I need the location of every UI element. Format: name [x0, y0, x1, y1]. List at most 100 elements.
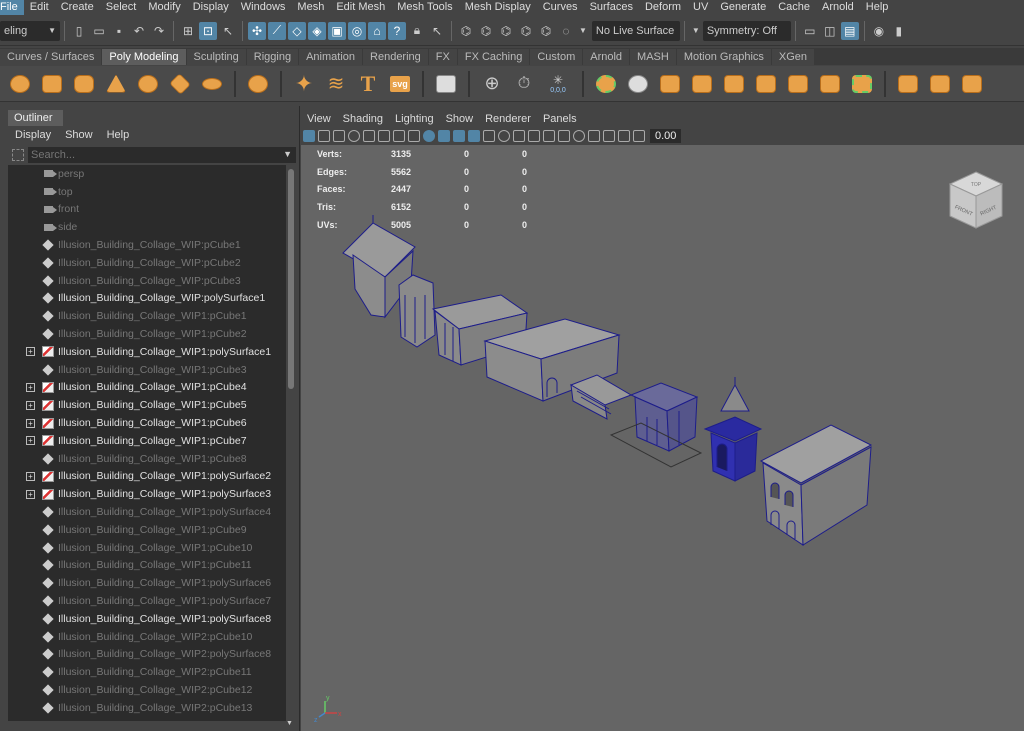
menu-edit[interactable]: Edit — [24, 0, 55, 15]
outliner-item[interactable]: Illusion_Building_Collage_WIP1:pCube8 — [8, 450, 286, 468]
chevron-down-icon[interactable]: ▼ — [692, 26, 700, 35]
menu-display[interactable]: Display — [187, 0, 235, 15]
svg-tool-icon[interactable]: svg — [387, 71, 413, 97]
wireframe-icon[interactable] — [422, 130, 435, 142]
outliner-menu-help[interactable]: Help — [100, 129, 137, 141]
shelf-tab-fx-caching[interactable]: FX Caching — [457, 49, 530, 65]
select-hierarchy-icon[interactable]: ⊞ — [179, 22, 197, 40]
quad-draw-icon[interactable] — [959, 71, 985, 97]
resolution-gate-icon[interactable] — [362, 130, 375, 142]
outliner-tab[interactable]: Outliner — [8, 110, 63, 126]
grid-icon[interactable] — [332, 130, 345, 142]
expand-icon[interactable]: + — [25, 382, 36, 392]
outliner-item[interactable]: Illusion_Building_Collage_WIP2:polySurfa… — [8, 646, 286, 664]
building-arcade[interactable] — [759, 424, 873, 546]
viewport-menu-show[interactable]: Show — [440, 113, 480, 125]
expand-icon[interactable]: + — [25, 471, 36, 481]
symmetry-dropdown[interactable]: Symmetry: Off — [702, 20, 791, 41]
outliner-item[interactable]: top — [8, 183, 286, 201]
shelf-tab-poly-modeling[interactable]: Poly Modeling — [102, 49, 186, 65]
shelf-tab-xgen[interactable]: XGen — [771, 49, 815, 65]
expand-icon[interactable]: + — [25, 436, 36, 446]
exposure-icon[interactable] — [632, 130, 645, 142]
outliner-item[interactable]: Illusion_Building_Collage_WIP1:polySurfa… — [8, 574, 286, 592]
platonic-solid-icon[interactable] — [245, 71, 271, 97]
backface-icon[interactable] — [602, 130, 615, 142]
lasso-icon[interactable]: ⌬ — [457, 22, 475, 40]
menu-uv[interactable]: UV — [687, 0, 714, 15]
poly-sphere-icon[interactable] — [7, 71, 33, 97]
image-plane-icon[interactable] — [317, 130, 330, 142]
outliner-item[interactable]: Illusion_Building_Collage_WIP:polySurfac… — [8, 290, 286, 308]
history-icon[interactable]: ? — [388, 21, 406, 40]
lights-icon[interactable] — [467, 130, 480, 142]
combine-icon[interactable] — [593, 71, 619, 97]
render-view-icon[interactable]: ◫ — [821, 22, 839, 40]
filter-icon[interactable] — [12, 149, 24, 161]
viewport-menu-panels[interactable]: Panels — [537, 113, 583, 125]
snap-grid-icon[interactable]: ✣ — [248, 21, 266, 40]
outliner-item[interactable]: Illusion_Building_Collage_WIP1:pCube9 — [8, 521, 286, 539]
outliner-item[interactable]: Illusion_Building_Collage_WIP1:pCube1 — [8, 307, 286, 325]
extra-icon[interactable]: ◌ — [557, 22, 575, 40]
menu-generate[interactable]: Generate — [714, 0, 772, 15]
multi-cut-icon[interactable] — [895, 71, 921, 97]
render-icon[interactable]: ◉ — [870, 22, 888, 40]
menu-surfaces[interactable]: Surfaces — [584, 0, 639, 15]
bevel-icon[interactable] — [849, 71, 875, 97]
menu-mesh-tools[interactable]: Mesh Tools — [391, 0, 458, 15]
expand-icon[interactable]: + — [25, 418, 36, 428]
shelf-tab-sculpting[interactable]: Sculpting — [186, 49, 246, 65]
menu-mesh[interactable]: Mesh — [291, 0, 330, 15]
outliner-item[interactable]: Illusion_Building_Collage_WIP1:pCube3 — [8, 361, 286, 379]
poly-disc-icon[interactable] — [199, 71, 225, 97]
gamma-icon[interactable] — [617, 130, 630, 142]
select-component-icon[interactable]: ↖ — [219, 22, 237, 40]
outliner-item[interactable]: Illusion_Building_Collage_WIP2:pCube13 — [8, 699, 286, 717]
boolean-icon[interactable] — [689, 71, 715, 97]
save-scene-icon[interactable]: ▪ — [110, 22, 128, 40]
menu-modify[interactable]: Modify — [142, 0, 186, 15]
isolate-icon[interactable] — [557, 130, 570, 142]
shelf-tab-custom[interactable]: Custom — [530, 49, 583, 65]
motion-blur-icon[interactable] — [512, 130, 525, 142]
anti-alias-icon[interactable] — [527, 130, 540, 142]
viewport-menu-view[interactable]: View — [301, 113, 337, 125]
select-toggle-icon[interactable]: ↖ — [428, 22, 446, 40]
target-weld-icon[interactable] — [927, 71, 953, 97]
shelf-tab-rendering[interactable]: Rendering — [363, 49, 428, 65]
shelf-tab-animation[interactable]: Animation — [299, 49, 363, 65]
mirror-icon[interactable] — [721, 71, 747, 97]
menu-select[interactable]: Select — [100, 0, 143, 15]
poly-torus-icon[interactable] — [135, 71, 161, 97]
super-shape-icon[interactable]: ✦ — [291, 71, 317, 97]
viewport-menu-shading[interactable]: Shading — [337, 113, 389, 125]
outliner-item[interactable]: + Illusion_Building_Collage_WIP1:pCube7 — [8, 432, 286, 450]
scroll-down-icon[interactable]: ▼ — [286, 720, 293, 727]
textured-icon[interactable] — [452, 130, 465, 142]
select-object-icon[interactable]: ⊡ — [199, 21, 217, 40]
poly-cone-icon[interactable] — [103, 71, 129, 97]
expand-icon[interactable]: + — [25, 347, 36, 357]
shelf-tab-motion-graphics[interactable]: Motion Graphics — [676, 49, 771, 65]
lock-icon[interactable]: 🔒︎ — [408, 22, 426, 40]
building-clock-tower[interactable] — [703, 377, 763, 482]
magnet-select-icon[interactable]: ⌬ — [497, 22, 515, 40]
outliner-item[interactable]: + Illusion_Building_Collage_WIP1:polySurf… — [8, 343, 286, 361]
exposure-value-field[interactable]: 0.00 — [650, 129, 682, 143]
extract-icon[interactable] — [753, 71, 779, 97]
smooth-shade-icon[interactable] — [437, 130, 450, 142]
menu-arnold[interactable]: Arnold — [816, 0, 860, 15]
reflection-icon[interactable]: ⌬ — [537, 22, 555, 40]
viewport-panel[interactable]: Verts: 3135 0 0 Edges: 5562 0 0 Faces: 2447 0 0 Tris… — [301, 145, 1024, 731]
snap-point-icon[interactable]: ◇ — [288, 21, 306, 40]
menu-deform[interactable]: Deform — [639, 0, 687, 15]
smooth-icon[interactable] — [657, 71, 683, 97]
xray-joints-icon[interactable] — [572, 130, 585, 142]
outliner-item[interactable]: persp — [8, 165, 286, 183]
outliner-item[interactable]: + Illusion_Building_Collage_WIP1:pCube6 — [8, 414, 286, 432]
outliner-item[interactable]: + Illusion_Building_Collage_WIP1:pCube5 — [8, 396, 286, 414]
poly-cube-icon[interactable] — [39, 71, 65, 97]
menu-edit-mesh[interactable]: Edit Mesh — [330, 0, 391, 15]
layout-toggle-icon[interactable]: ▤ — [840, 21, 859, 40]
